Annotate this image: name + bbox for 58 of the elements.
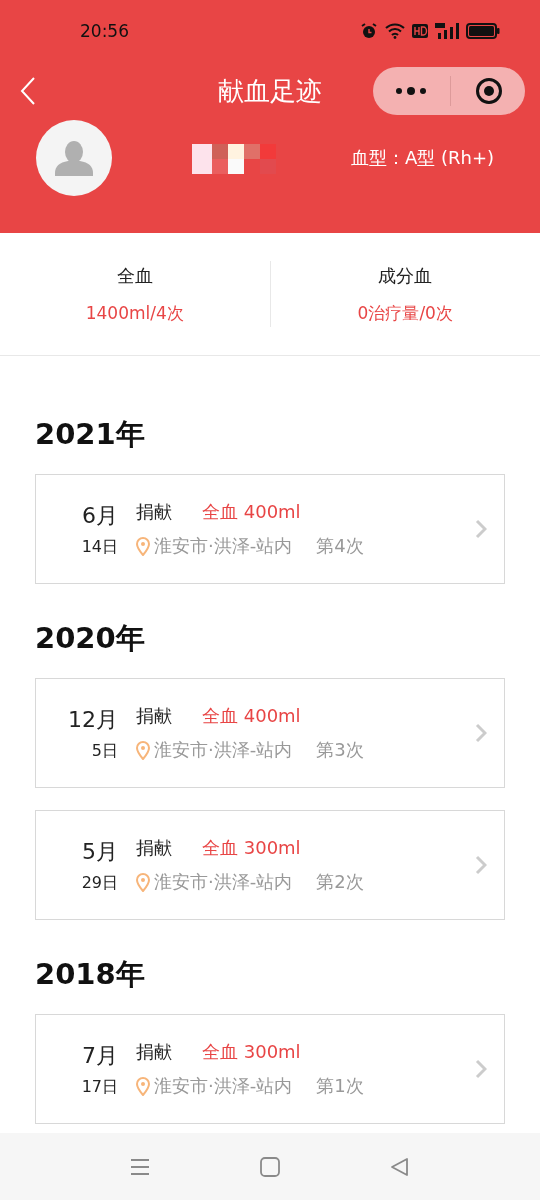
donation-type: 捐献 — [136, 1040, 172, 1064]
summary-label: 全血 — [116, 263, 153, 288]
donation-count: 第3次 — [316, 738, 364, 762]
battery-icon — [466, 23, 500, 39]
donation-place: 淮安市·洪泽-站内 — [154, 870, 293, 894]
donation-type: 捐献 — [136, 704, 172, 728]
hd-icon — [412, 24, 428, 38]
year-heading: 2018年 — [35, 956, 146, 992]
donation-day: 17日 — [81, 1076, 118, 1098]
chevron-right-icon — [475, 723, 487, 743]
close-target-icon[interactable] — [475, 77, 504, 105]
alarm-icon — [360, 22, 378, 40]
page-title: 献血足迹 — [217, 74, 323, 108]
signal-icon — [435, 23, 459, 39]
donation-amount: 全血 300ml — [202, 836, 301, 860]
donation-place: 淮安市·洪泽-站内 — [154, 534, 293, 558]
donation-place: 淮安市·洪泽-站内 — [154, 738, 293, 762]
summary-value: 1400ml/4次 — [85, 301, 184, 325]
donation-card[interactable]: 6月 14日 捐献 全血 400ml 淮安市·洪泽-站内 第4次 — [35, 474, 505, 584]
donation-month: 7月 — [82, 1041, 118, 1070]
year-heading: 2021年 — [35, 416, 146, 452]
location-pin-icon — [136, 872, 150, 892]
donation-count: 第2次 — [316, 870, 364, 894]
back-icon[interactable] — [20, 76, 36, 106]
donation-card[interactable]: 7月 17日 捐献 全血 300ml 淮安市·洪泽-站内 第1次 — [35, 1014, 505, 1124]
donation-type: 捐献 — [136, 836, 172, 860]
donation-count: 第4次 — [316, 534, 364, 558]
donation-day: 5日 — [91, 740, 118, 762]
location-pin-icon — [136, 740, 150, 760]
more-icon[interactable] — [394, 86, 427, 96]
location-pin-icon — [136, 1076, 150, 1096]
donation-month: 6月 — [82, 501, 118, 530]
donation-day: 14日 — [81, 536, 118, 558]
back-triangle-icon[interactable] — [390, 1156, 410, 1177]
donation-amount: 全血 300ml — [202, 1040, 301, 1064]
donation-amount: 全血 400ml — [202, 704, 301, 728]
year-heading: 2020年 — [35, 620, 146, 656]
donation-count: 第1次 — [316, 1074, 364, 1098]
chevron-right-icon — [475, 519, 487, 539]
donation-day: 29日 — [81, 872, 118, 894]
summary-value: 0治疗量/0次 — [357, 301, 453, 325]
donation-type: 捐献 — [136, 500, 172, 524]
status-time: 20:56 — [80, 21, 129, 41]
blood-type: 血型：A型 (Rh+) — [350, 146, 494, 170]
donation-card[interactable]: 5月 29日 捐献 全血 300ml 淮安市·洪泽-站内 第2次 — [35, 810, 505, 920]
donation-card[interactable]: 12月 5日 捐献 全血 400ml 淮安市·洪泽-站内 第3次 — [35, 678, 505, 788]
location-pin-icon — [136, 536, 150, 556]
menu-icon[interactable] — [130, 1157, 150, 1176]
donation-month: 12月 — [68, 705, 118, 734]
home-icon[interactable] — [260, 1156, 280, 1177]
donation-place: 淮安市·洪泽-站内 — [154, 1074, 293, 1098]
wifi-icon — [385, 23, 405, 39]
donation-amount: 全血 400ml — [202, 500, 301, 524]
chevron-right-icon — [475, 855, 487, 875]
avatar-icon — [36, 120, 112, 196]
donation-month: 5月 — [82, 837, 118, 866]
chevron-right-icon — [475, 1059, 487, 1079]
summary-label: 成分血 — [378, 263, 433, 288]
